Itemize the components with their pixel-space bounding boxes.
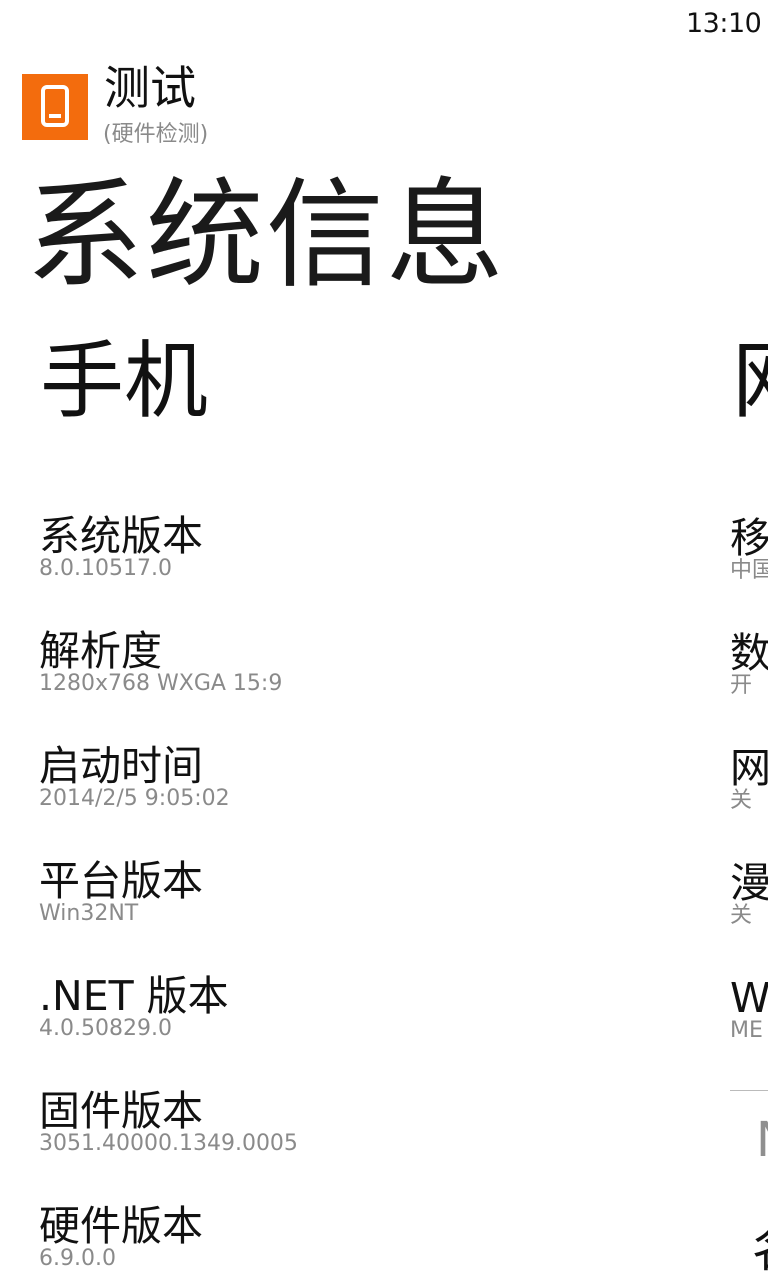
- info-label: 解析度: [39, 627, 162, 675]
- info-label: 启动时间: [39, 742, 203, 790]
- status-bar-time: 13:10: [686, 8, 762, 39]
- app-subtitle: (硬件检测): [103, 122, 209, 147]
- network-item-data: 数 开: [730, 629, 768, 699]
- network-partial-label: 名: [752, 1222, 768, 1278]
- info-item-os-version: 系统版本 8.0.10517.0: [39, 512, 203, 582]
- info-value: ME: [730, 1018, 763, 1043]
- phone-icon: [41, 85, 69, 127]
- info-value: 1280x768 WXGA 15:9: [39, 671, 283, 696]
- panorama-title: 系统信息: [26, 166, 507, 304]
- info-label: 移: [730, 514, 768, 562]
- info-value: 3051.40000.1349.0005: [39, 1131, 298, 1156]
- network-item-wifi: W ME: [730, 974, 768, 1044]
- section-header-network[interactable]: 网: [732, 326, 768, 436]
- info-label: 数: [730, 629, 768, 677]
- network-item-carrier: 移 中国: [730, 514, 768, 584]
- info-label: 网: [730, 744, 768, 792]
- info-label: 固件版本: [39, 1087, 203, 1135]
- app-tile: [22, 74, 88, 140]
- info-value: 2014/2/5 9:05:02: [39, 786, 230, 811]
- info-item-hardware-version: 硬件版本 6.9.0.0: [39, 1202, 203, 1272]
- network-partial-heading: N: [756, 1112, 768, 1168]
- info-item-firmware-version: 固件版本 3051.40000.1349.0005: [39, 1087, 298, 1157]
- network-item-network: 网 关: [730, 744, 768, 814]
- info-label: 系统版本: [39, 512, 203, 560]
- info-label: 硬件版本: [39, 1202, 203, 1250]
- network-divider: [730, 1090, 768, 1091]
- info-label: .NET 版本: [39, 972, 229, 1020]
- info-label: 平台版本: [39, 857, 203, 905]
- info-item-resolution: 解析度 1280x768 WXGA 15:9: [39, 627, 282, 697]
- info-label: 漫: [730, 859, 768, 907]
- info-value: 中国: [730, 558, 768, 583]
- info-label: W: [730, 974, 768, 1022]
- app-title: 测试: [104, 61, 196, 115]
- system-info-page: 13:10 测试 (硬件检测) 系统信息 手机 网 系统版本 8.0.10517…: [0, 0, 768, 1280]
- info-item-boot-time: 启动时间 2014/2/5 9:05:02: [39, 742, 230, 812]
- network-item-roaming: 漫 关: [730, 859, 768, 929]
- info-item-dotnet-version: .NET 版本 4.0.50829.0: [39, 972, 229, 1042]
- info-item-platform-version: 平台版本 Win32NT: [39, 857, 203, 927]
- section-header-phone[interactable]: 手机: [40, 326, 208, 436]
